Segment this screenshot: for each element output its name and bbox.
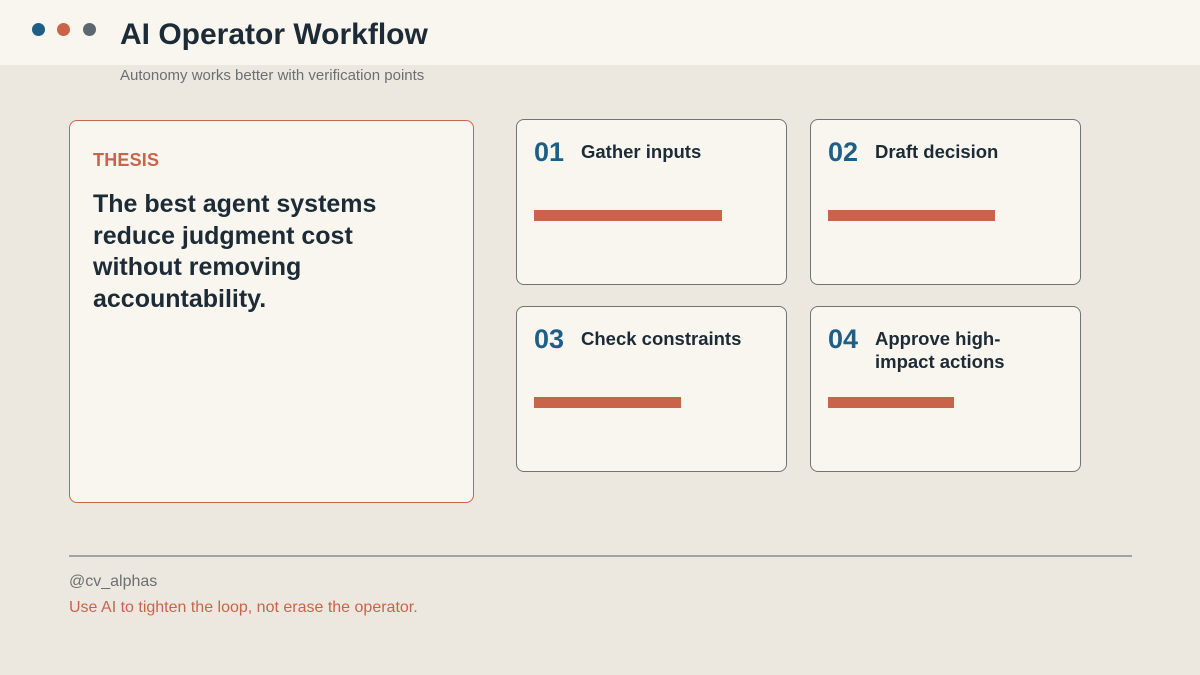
step-number: 04 [828, 324, 859, 354]
step-title: Draft decision [875, 141, 999, 162]
author-handle: @cv_alphas [69, 573, 158, 590]
step-progress-bar [534, 210, 722, 221]
thesis-card: THESIS The best agent systems reduce jud… [69, 120, 474, 503]
gray-dot-icon [83, 23, 96, 36]
orange-dot-icon [57, 23, 70, 36]
header-bar: AI Operator Workflow [0, 0, 1200, 65]
step-title: Gather inputs [581, 141, 702, 162]
step-number: 02 [828, 137, 859, 167]
step-card-check-constraints: 03 Check constraints [516, 306, 787, 472]
page-title: AI Operator Workflow [120, 18, 428, 51]
thesis-statement: The best agent systems reduce judgment c… [93, 190, 377, 313]
step-progress-bar [534, 397, 681, 408]
step-card-gather-inputs: 01 Gather inputs [516, 119, 787, 285]
step-card-draft-decision: 02 Draft decision [810, 119, 1081, 285]
footer-tagline: Use AI to tighten the loop, not erase th… [69, 599, 418, 616]
step-number: 03 [534, 324, 565, 354]
step-card-approve-actions: 04 Approve high-impact actions [810, 306, 1081, 472]
page-subtitle: Autonomy works better with verification … [120, 67, 425, 84]
step-title: Check constraints [581, 328, 742, 349]
thesis-label: THESIS [93, 150, 160, 170]
step-number: 01 [534, 137, 565, 167]
step-title: Approve high-impact actions [875, 328, 1005, 372]
step-progress-bar [828, 397, 954, 408]
footer-divider [69, 555, 1132, 557]
blue-dot-icon [32, 23, 45, 36]
step-progress-bar [828, 210, 995, 221]
